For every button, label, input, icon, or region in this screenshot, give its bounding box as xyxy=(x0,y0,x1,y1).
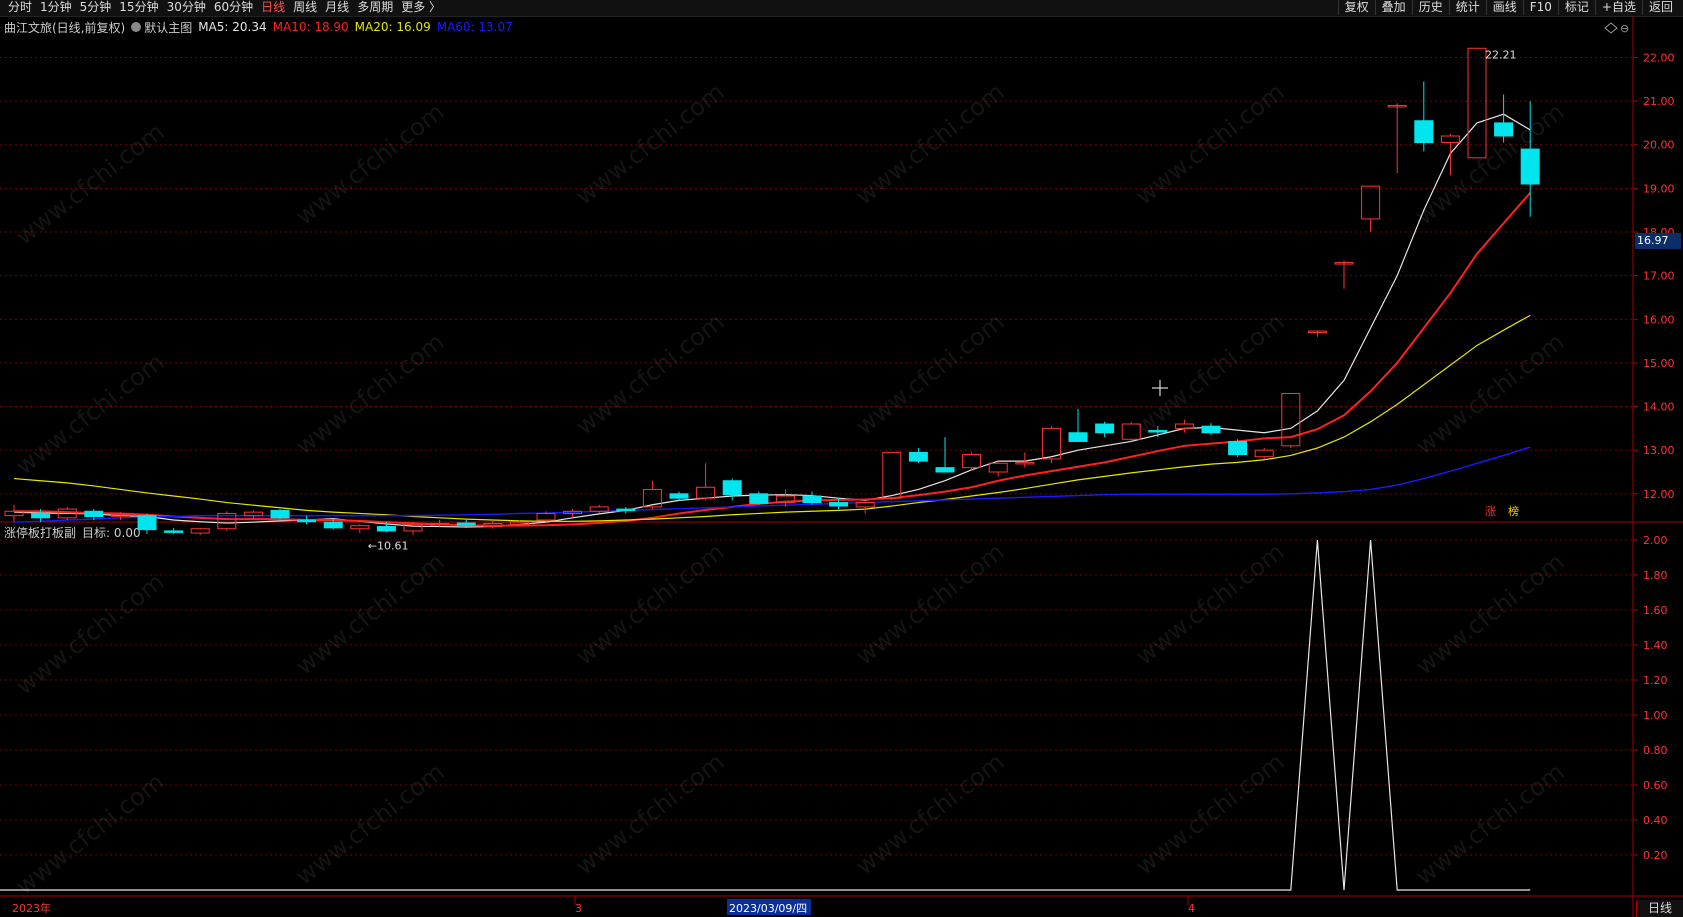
y-tick-label: 1.40 xyxy=(1643,639,1668,652)
candle xyxy=(696,486,716,499)
candle xyxy=(137,515,157,531)
ma-line-ma5 xyxy=(13,113,1531,528)
y-tick-label: 14.00 xyxy=(1643,401,1675,414)
candle xyxy=(1015,461,1035,465)
y-tick-label: 1.00 xyxy=(1643,709,1668,722)
candle xyxy=(536,512,556,521)
candle xyxy=(882,451,902,499)
candle xyxy=(669,493,689,499)
candle xyxy=(164,530,184,533)
candle xyxy=(270,509,290,519)
y-tick-label: 17.00 xyxy=(1643,270,1675,283)
ma-line-ma20 xyxy=(13,314,1531,522)
low-price-label: ←10.61 xyxy=(368,539,409,552)
y-tick-label: 0.40 xyxy=(1643,814,1668,827)
candle xyxy=(1254,449,1274,458)
current-price-tag: 16.97 xyxy=(1635,233,1681,249)
crosshair-date-label: 2023/03/09/四 xyxy=(729,902,807,915)
y-tick-label: 0.20 xyxy=(1643,849,1668,862)
y-tick-label: 21.00 xyxy=(1643,95,1675,108)
candle xyxy=(1068,432,1088,442)
y-tick-label: 16.00 xyxy=(1643,313,1675,326)
y-tick-label: 20.00 xyxy=(1643,139,1675,152)
y-tick-label: 12.00 xyxy=(1643,488,1675,501)
candle xyxy=(616,508,636,512)
candle xyxy=(1467,47,1487,159)
candle xyxy=(802,495,822,504)
y-tick-label: 15.00 xyxy=(1643,357,1675,370)
candle xyxy=(323,521,343,529)
y-tick-label: 1.60 xyxy=(1643,604,1668,617)
y-tick-label: 0.60 xyxy=(1643,779,1668,792)
candle xyxy=(1041,427,1061,460)
candle xyxy=(456,522,476,526)
diamond-icon xyxy=(1604,22,1618,34)
y-tick-label: 2.00 xyxy=(1643,534,1668,547)
candle xyxy=(1201,425,1221,434)
y-tick-label: 1.20 xyxy=(1643,674,1668,687)
candle xyxy=(190,528,210,534)
collapse-icon: ⊖ xyxy=(1620,22,1629,35)
y-tick-label: 19.00 xyxy=(1643,182,1675,195)
candle xyxy=(1228,440,1248,456)
candle xyxy=(1361,185,1381,220)
candle xyxy=(962,454,982,469)
period-tag[interactable]: 日线 xyxy=(1636,900,1683,917)
candle xyxy=(908,451,928,462)
y-tick-label: 13.00 xyxy=(1643,444,1675,457)
candle xyxy=(722,480,742,496)
ma-line-ma60 xyxy=(13,446,1531,523)
candle xyxy=(376,526,396,532)
y-tick-label: 1.80 xyxy=(1643,569,1668,582)
candle xyxy=(1440,135,1460,144)
candle xyxy=(829,502,849,507)
candle xyxy=(988,462,1008,473)
candle xyxy=(297,519,317,523)
candle xyxy=(1414,120,1434,144)
bang-marker: 榜 xyxy=(1508,504,1519,518)
candle xyxy=(84,510,104,518)
candle xyxy=(1095,423,1115,434)
x-tick-label: 2023年 xyxy=(12,901,51,915)
candle xyxy=(350,525,370,530)
y-tick-label: 22.00 xyxy=(1643,51,1675,64)
high-price-label: 22.21 xyxy=(1485,48,1517,61)
kline-chart[interactable]: 22.0021.0020.0019.0018.0017.0016.0015.00… xyxy=(0,0,1683,917)
zhang-marker: 涨 xyxy=(1485,505,1496,518)
x-tick-label: 4 xyxy=(1188,902,1195,915)
candle xyxy=(935,467,955,473)
ma-line-ma10 xyxy=(14,192,1531,527)
y-tick-label: 0.80 xyxy=(1643,744,1668,757)
candle xyxy=(749,493,769,504)
candle xyxy=(31,512,51,519)
x-tick-label: 3 xyxy=(575,902,582,915)
